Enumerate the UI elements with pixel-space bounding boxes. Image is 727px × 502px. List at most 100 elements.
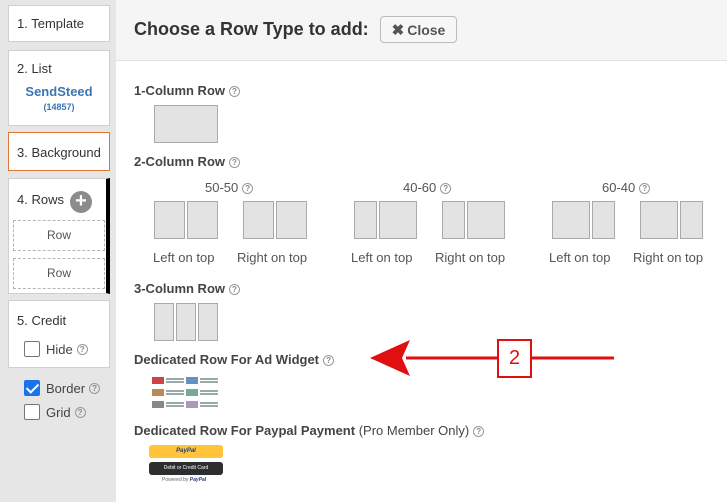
column-box: [276, 201, 307, 239]
ad-text-line: [166, 402, 184, 404]
help-icon[interactable]: ?: [639, 183, 651, 195]
card-button: Debit or Credit Card: [149, 462, 223, 475]
paypal-button: PayPal: [149, 445, 223, 458]
panel-header: Choose a Row Type to add: ✖ Close: [116, 0, 727, 61]
close-label: Close: [407, 21, 446, 38]
section-three-column-title: 3-Column Row: [134, 281, 225, 296]
help-icon[interactable]: ?: [229, 157, 240, 169]
step-background-label: 3. Background: [17, 145, 101, 160]
section-one-column: 1-Column Row?: [134, 83, 240, 98]
powered-by-brand: PayPal: [189, 477, 207, 483]
column-box: [154, 201, 185, 239]
column-box: [592, 201, 615, 239]
annotation-arrow-icon: [370, 340, 614, 376]
ratio-label: 60-40: [602, 180, 636, 195]
ad-thumbnail: [152, 389, 164, 396]
ad-text-line: [200, 390, 218, 392]
help-icon[interactable]: ?: [76, 343, 88, 355]
ad-text-line: [200, 378, 218, 380]
column-box: [176, 303, 196, 341]
section-one-column-title: 1-Column Row: [134, 83, 225, 98]
ad-thumbnail: [186, 377, 198, 384]
ad-text-line: [166, 390, 184, 392]
border-label: Border: [46, 380, 86, 396]
right-on-top-label: Right on top: [633, 250, 704, 265]
page-title: Choose a Row Type to add:: [134, 19, 369, 39]
step-rows-label: 4. Rows: [17, 192, 64, 207]
ad-text-line: [200, 405, 218, 407]
column-box: [442, 201, 465, 239]
right-on-top-label: Right on top: [435, 250, 506, 265]
add-row-icon[interactable]: +: [70, 191, 92, 213]
help-icon[interactable]: ?: [440, 183, 452, 195]
powered-by-text: Powered by: [162, 477, 189, 483]
left-on-top-label: Left on top: [549, 250, 611, 265]
help-icon[interactable]: ?: [323, 355, 335, 367]
column-box: [379, 201, 417, 239]
section-paypal: Dedicated Row For Paypal Payment (Pro Me…: [134, 423, 485, 438]
column-box: [154, 303, 174, 341]
ad-thumbnail: [186, 389, 198, 396]
help-icon[interactable]: ?: [473, 426, 485, 438]
ratio-label: 50-50: [205, 180, 239, 195]
step-template[interactable]: 1. Template: [8, 5, 110, 42]
section-two-column: 2-Column Row?: [134, 154, 240, 169]
border-checkbox[interactable]: [24, 380, 40, 396]
step-rows[interactable]: 4. Rows + Row Row: [8, 178, 110, 294]
step-credit-label: 5. Credit: [17, 313, 67, 328]
row-slot[interactable]: Row: [13, 258, 105, 289]
section-paypal-note: (Pro Member Only): [358, 423, 470, 438]
ad-thumbnail: [152, 401, 164, 408]
column-box: [198, 303, 218, 341]
help-icon[interactable]: ?: [242, 183, 254, 195]
section-ad-widget: Dedicated Row For Ad Widget?: [134, 352, 335, 367]
column-box: [467, 201, 505, 239]
grid-checkbox[interactable]: [24, 404, 40, 420]
step-list-label: 2. List: [17, 61, 52, 76]
row-type-panel: Choose a Row Type to add: ✖ Close 1-Colu…: [116, 0, 727, 502]
ad-thumbnail: [186, 401, 198, 408]
step-background[interactable]: 3. Background: [8, 132, 110, 171]
step-list[interactable]: 2. List SendSteed (14857): [8, 50, 110, 126]
grid-option[interactable]: Grid ?: [24, 404, 86, 420]
help-icon[interactable]: ?: [229, 86, 240, 98]
ad-text-line: [200, 381, 218, 383]
help-icon[interactable]: ?: [74, 406, 86, 418]
column-box: [552, 201, 590, 239]
right-on-top-label: Right on top: [237, 250, 308, 265]
ad-widget-row-option[interactable]: [152, 376, 220, 410]
list-name[interactable]: SendSteed: [9, 84, 109, 99]
ad-text-line: [166, 378, 184, 380]
close-icon: ✖: [391, 21, 405, 39]
hide-checkbox[interactable]: [24, 341, 40, 357]
left-on-top-label: Left on top: [153, 250, 215, 265]
column-box: [640, 201, 678, 239]
list-count: (14857): [43, 102, 75, 112]
ratio-50-50: 50-50?: [205, 180, 254, 195]
ratio-40-60: 40-60?: [403, 180, 452, 195]
one-column-row-option[interactable]: [154, 105, 218, 143]
ad-text-line: [166, 405, 184, 407]
help-icon[interactable]: ?: [229, 284, 240, 296]
row-slot[interactable]: Row: [13, 220, 105, 251]
section-three-column: 3-Column Row?: [134, 281, 240, 296]
ad-text-line: [200, 402, 218, 404]
step-credit[interactable]: 5. Credit Hide ?: [8, 300, 110, 368]
hide-label: Hide: [46, 341, 73, 357]
column-box: [680, 201, 703, 239]
section-two-column-title: 2-Column Row: [134, 154, 225, 169]
help-icon[interactable]: ?: [89, 382, 101, 394]
sidebar: 1. Template 2. List SendSteed (14857) 3.…: [0, 0, 116, 502]
close-button[interactable]: ✖ Close: [380, 16, 457, 43]
section-ad-widget-title: Dedicated Row For Ad Widget: [134, 352, 320, 367]
ad-text-line: [200, 393, 218, 395]
hide-credit-option[interactable]: Hide ?: [24, 341, 88, 357]
grid-label: Grid: [46, 404, 71, 420]
border-option[interactable]: Border ?: [24, 380, 101, 396]
powered-by: Powered by PayPal: [162, 477, 206, 483]
annotation-number: 2: [497, 339, 532, 378]
ratio-60-40: 60-40?: [602, 180, 651, 195]
section-paypal-title: Dedicated Row For Paypal Payment: [134, 423, 356, 438]
ratio-label: 40-60: [403, 180, 437, 195]
column-box: [243, 201, 274, 239]
